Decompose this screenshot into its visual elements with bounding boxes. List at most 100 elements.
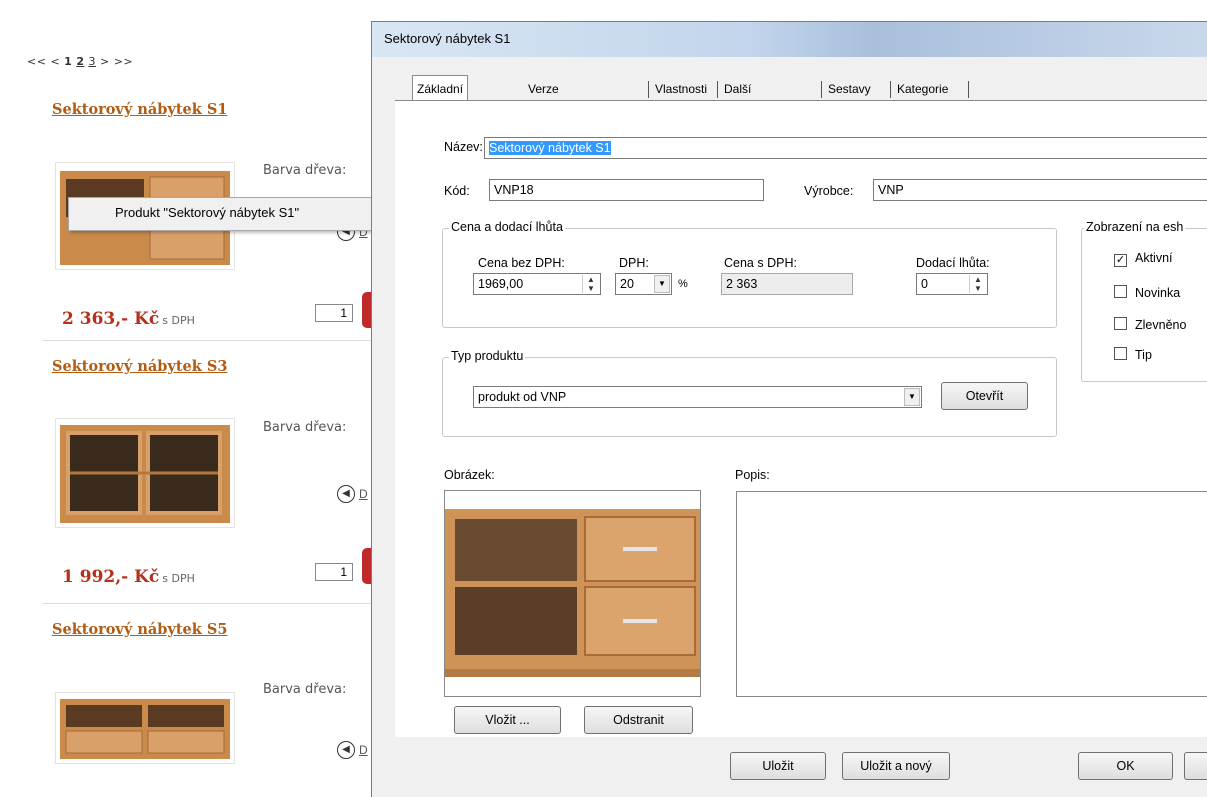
delivery-spinner[interactable]: 0 ▲ ▼ — [916, 273, 988, 295]
wood-color-label: Barva dřeva: — [263, 163, 347, 178]
chevron-down-icon[interactable]: ▼ — [654, 275, 670, 293]
product-title-link[interactable]: Sektorový nábytek S5 — [52, 621, 227, 638]
new-label: Novinka — [1135, 286, 1181, 300]
product-image-preview — [444, 490, 701, 697]
context-menu: Produkt "Sektorový nábytek S1" — [68, 197, 380, 231]
quantity-input[interactable]: 1 — [315, 563, 353, 581]
pager-prev[interactable]: < — [50, 55, 60, 68]
product-edit-dialog: Sektorový nábytek S1 Základní údaje Verz… — [371, 21, 1207, 797]
cabinet-image — [60, 425, 230, 523]
vat-label: DPH: — [619, 256, 649, 270]
delivery-value: 0 — [921, 277, 928, 291]
save-and-new-button[interactable]: Uložit a nový — [842, 752, 950, 780]
dialog-titlebar[interactable]: Sektorový nábytek S1 — [372, 22, 1207, 57]
code-label: Kód: — [444, 184, 470, 198]
tab-categories[interactable]: Kategorie — [893, 78, 952, 100]
wood-color-label: Barva dřeva: — [263, 420, 347, 435]
price-group-title: Cena a dodací lhůta — [449, 220, 565, 234]
price-net-label: Cena bez DPH: — [478, 256, 565, 270]
cancel-button[interactable] — [1184, 752, 1207, 780]
discount-label: Zlevněno — [1135, 318, 1187, 332]
price-vat-note: s DPH — [162, 314, 195, 327]
product-type-value: produkt od VNP — [478, 390, 567, 404]
quantity-input[interactable]: 1 — [315, 304, 353, 322]
insert-image-button[interactable]: Vložit ... — [454, 706, 561, 734]
price-gross-label: Cena s DPH: — [724, 256, 797, 270]
tab-separator — [717, 81, 718, 98]
tab-more-images[interactable]: Další obrázky — [720, 78, 770, 118]
product-image[interactable] — [55, 418, 235, 528]
delivery-label: Dodací lhůta: — [916, 256, 990, 270]
pager-page-3[interactable]: 3 — [88, 55, 96, 68]
image-label: Obrázek: — [444, 468, 495, 482]
wood-color-label: Barva dřeva: — [263, 682, 347, 697]
product-type-group: Typ produktu produkt od VNP ▼ Otevřít — [442, 349, 1057, 437]
open-type-button[interactable]: Otevřít — [941, 382, 1028, 410]
vat-select[interactable]: 20 ▼ — [615, 273, 672, 295]
pager-page-1: 1 — [64, 55, 73, 68]
tab-sets[interactable]: Sestavy — [824, 78, 875, 100]
cabinet-photo — [445, 491, 700, 696]
shop-page: << < 1 2 3 > >> Sektorový nábytek S1 Bar… — [0, 0, 380, 796]
description-label: Popis: — [735, 468, 770, 482]
product-price: 2 363,- Kč s DPH — [62, 309, 195, 329]
pager-last[interactable]: >> — [114, 55, 133, 68]
prev-color-icon[interactable]: ◀ — [337, 741, 355, 759]
pager-next[interactable]: > — [100, 55, 110, 68]
maker-field[interactable]: VNP — [873, 179, 1207, 201]
code-field[interactable]: VNP18 — [489, 179, 764, 201]
product-price: 1 992,- Kč s DPH — [62, 567, 195, 587]
pager-page-2[interactable]: 2 — [76, 55, 84, 68]
name-value: Sektorový nábytek S1 — [489, 141, 611, 155]
product-divider — [42, 603, 377, 604]
context-menu-item[interactable]: Produkt "Sektorový nábytek S1" — [115, 205, 299, 220]
vat-unit: % — [678, 278, 688, 290]
product-title-link[interactable]: Sektorový nábytek S1 — [52, 101, 227, 118]
spin-arrows-icon[interactable]: ▲ ▼ — [969, 275, 986, 293]
remove-image-button[interactable]: Odstranit — [584, 706, 693, 734]
spin-arrows-icon[interactable]: ▲ ▼ — [582, 275, 599, 293]
tip-label: Tip — [1135, 348, 1152, 362]
tab-separator — [821, 81, 822, 98]
checkmark-icon: ✓ — [1114, 254, 1127, 267]
price-gross-field: 2 363 — [721, 273, 853, 295]
basic-info-panel: Název: Sektorový nábytek S1 Kód: VNP18 V… — [395, 100, 1207, 737]
tab-basic-info[interactable]: Základní údaje — [412, 75, 469, 122]
maker-label: Výrobce: — [804, 184, 854, 198]
product-divider — [42, 340, 377, 341]
description-textarea[interactable] — [736, 491, 1207, 697]
active-checkbox[interactable]: ✓ Aktivní — [1114, 251, 1173, 267]
ok-button[interactable]: OK — [1078, 752, 1173, 780]
new-checkbox[interactable]: Novinka — [1114, 285, 1180, 300]
product-type-select[interactable]: produkt od VNP ▼ — [473, 386, 922, 408]
tab-product-version[interactable]: Verze produktu 1 — [524, 78, 579, 140]
discount-checkbox[interactable]: Zlevněno — [1114, 317, 1186, 332]
tab-separator — [648, 81, 649, 98]
color-link[interactable]: D — [359, 487, 368, 501]
dialog-title: Sektorový nábytek S1 — [384, 31, 511, 46]
active-label: Aktivní — [1135, 251, 1173, 265]
product-title-link[interactable]: Sektorový nábytek S3 — [52, 358, 227, 375]
display-group: Zobrazení na esh ✓ Aktivní Novinka Zlevně… — [1081, 220, 1207, 382]
price-net-spinner[interactable]: 1969,00 ▲ ▼ — [473, 273, 601, 295]
chevron-down-icon[interactable]: ▼ — [904, 388, 920, 406]
display-group-title: Zobrazení na esh — [1084, 220, 1186, 234]
pagination: << < 1 2 3 > >> — [27, 55, 133, 68]
tab-separator — [890, 81, 891, 98]
color-link[interactable]: D — [359, 743, 368, 757]
pager-first[interactable]: << — [27, 55, 46, 68]
checkbox-icon — [1114, 285, 1127, 298]
product-image[interactable] — [55, 692, 235, 764]
tip-checkbox[interactable]: Tip — [1114, 347, 1152, 362]
save-button[interactable]: Uložit — [730, 752, 826, 780]
checkbox-icon — [1114, 347, 1127, 360]
tab-properties[interactable]: Vlastnosti — [651, 78, 711, 100]
price-group: Cena a dodací lhůta Cena bez DPH: 1969,0… — [442, 220, 1057, 328]
price-vat-note: s DPH — [162, 572, 195, 585]
price-value: 1 992,- Kč — [62, 567, 160, 587]
prev-color-icon[interactable]: ◀ — [337, 485, 355, 503]
tab-separator — [968, 81, 969, 98]
cabinet-image — [60, 699, 230, 759]
price-net-value: 1969,00 — [478, 277, 524, 291]
name-field[interactable]: Sektorový nábytek S1 — [484, 137, 1207, 159]
